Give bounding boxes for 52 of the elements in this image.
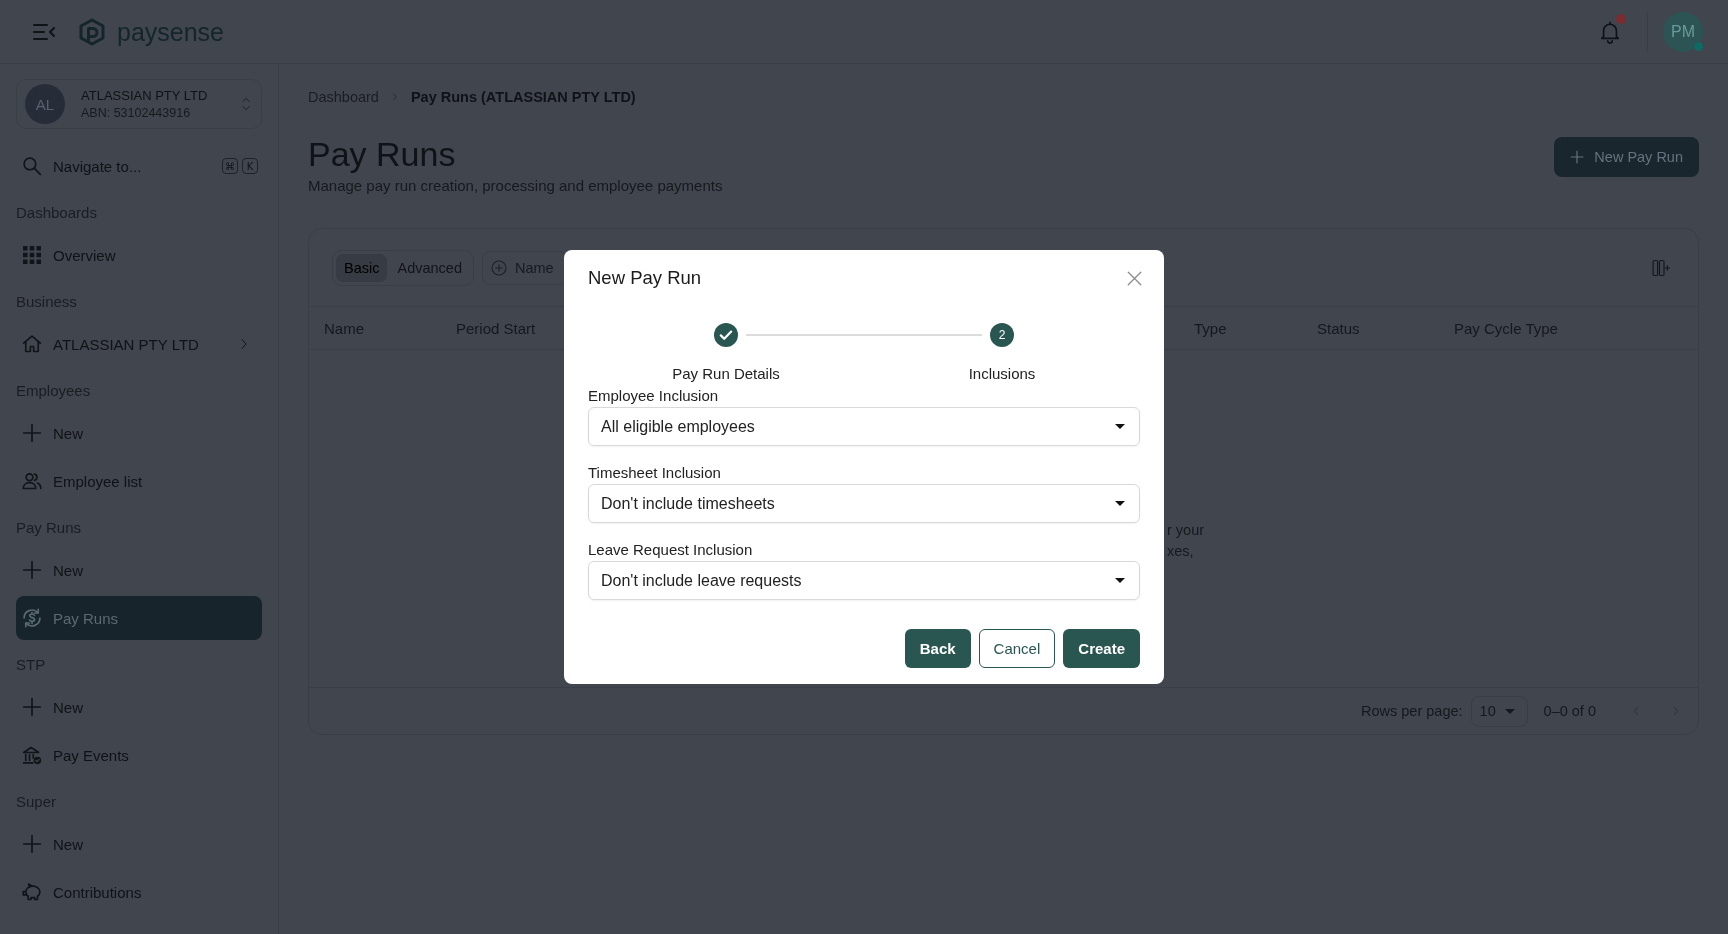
step-label: Inclusions xyxy=(968,364,1036,384)
keyboard-key: ⌘ xyxy=(222,158,238,174)
bank-icon xyxy=(22,745,42,765)
add-column-icon[interactable] xyxy=(1652,257,1670,278)
caret-down-icon xyxy=(1115,501,1125,506)
page-title: Pay Runs xyxy=(308,134,457,175)
grid-icon xyxy=(22,245,42,265)
step-label: Pay Run Details xyxy=(672,364,780,384)
plus-circle-icon xyxy=(490,259,507,276)
hexagon-logo-icon xyxy=(79,17,105,46)
house-icon xyxy=(22,334,42,354)
plus-icon xyxy=(22,560,42,580)
caret-down-icon xyxy=(1504,708,1515,714)
organization-name: ATLASSIAN PTY LTD xyxy=(81,87,209,104)
sidebar-item[interactable]: New xyxy=(16,822,262,866)
caret-down-icon xyxy=(1115,578,1125,583)
bell-icon[interactable] xyxy=(1599,19,1621,44)
sidebar-item[interactable]: New xyxy=(16,548,262,592)
sidebar-item[interactable]: Employee list xyxy=(16,459,262,503)
field-label: Employee Inclusion xyxy=(588,386,719,406)
new-pay-run-button[interactable]: New Pay Run xyxy=(1554,137,1699,177)
sidebar-item[interactable]: Overview xyxy=(16,233,262,277)
select-field[interactable]: Don't include leave requests xyxy=(588,561,1140,600)
step-number: 2 xyxy=(990,323,1014,347)
plus-icon xyxy=(22,697,42,717)
back-button[interactable]: Back xyxy=(904,629,971,668)
up-down-chevron-icon xyxy=(241,96,251,112)
caret-down-icon xyxy=(1115,424,1125,429)
select-field[interactable]: All eligible employees xyxy=(588,407,1140,446)
people-icon xyxy=(22,471,42,491)
sidebar-item[interactable]: Contributions xyxy=(16,870,262,914)
user-avatar[interactable]: PM xyxy=(1663,11,1703,52)
dollar-cycle-icon xyxy=(22,608,42,628)
cancel-button[interactable]: Cancel xyxy=(978,629,1056,668)
sidebar-item[interactable]: New xyxy=(16,411,262,455)
plus-icon xyxy=(1570,150,1585,164)
breadcrumb-current: Pay Runs (ATLASSIAN PTY LTD) xyxy=(410,88,636,107)
select-field[interactable]: Don't include timesheets xyxy=(588,484,1140,523)
create-button[interactable]: Create xyxy=(1063,629,1140,668)
sidebar-item[interactable]: ATLASSIAN PTY LTD xyxy=(16,322,262,366)
sidebar-item[interactable]: Pay Events xyxy=(16,733,262,777)
field-label: Timesheet Inclusion xyxy=(588,463,721,483)
search-icon xyxy=(22,156,42,176)
view-tab[interactable]: Basic xyxy=(336,253,388,282)
piggy-bank-icon xyxy=(22,882,42,902)
plus-icon xyxy=(22,423,42,443)
field-label: Leave Request Inclusion xyxy=(588,540,753,560)
sidebar-item[interactable]: Pay Runs xyxy=(16,596,262,640)
close-icon[interactable] xyxy=(1127,270,1142,286)
dialog-title: New Pay Run xyxy=(588,267,702,289)
sidebar-item[interactable]: New xyxy=(16,685,262,729)
plus-icon xyxy=(22,834,42,854)
